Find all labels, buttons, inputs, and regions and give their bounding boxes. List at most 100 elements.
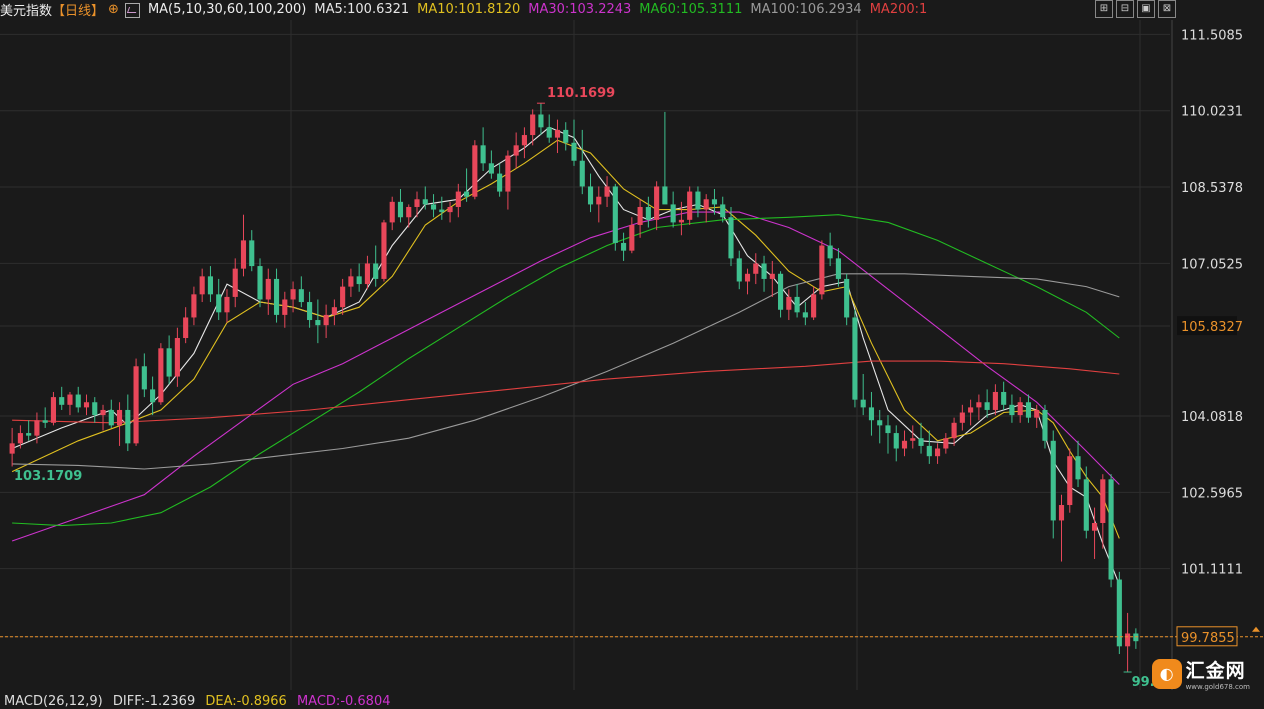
ma-config[interactable]: MA(5,10,30,60,100,200) bbox=[148, 2, 306, 17]
zoom-in-icon[interactable]: ⊞ bbox=[1095, 0, 1113, 18]
candle bbox=[852, 317, 858, 400]
candle bbox=[348, 276, 354, 287]
candle bbox=[488, 163, 494, 174]
candle bbox=[596, 196, 602, 205]
candle bbox=[59, 397, 65, 405]
y-tick-label: 101.1111 bbox=[1181, 563, 1243, 578]
candle bbox=[315, 320, 321, 326]
candle bbox=[695, 191, 701, 210]
candle bbox=[984, 402, 990, 410]
candle bbox=[34, 420, 40, 436]
candle bbox=[728, 217, 734, 259]
candle bbox=[621, 242, 627, 251]
candle bbox=[629, 224, 635, 251]
candle bbox=[1034, 409, 1040, 418]
candle bbox=[150, 389, 156, 403]
candle bbox=[505, 155, 511, 192]
candle bbox=[183, 317, 189, 339]
candle bbox=[331, 307, 337, 315]
candle bbox=[786, 296, 792, 310]
candle bbox=[521, 135, 527, 146]
candle bbox=[918, 438, 924, 446]
candle bbox=[323, 314, 329, 326]
y-tick-label: 110.0231 bbox=[1181, 105, 1243, 120]
candle bbox=[50, 397, 57, 423]
macd-diff: DIFF:-1.2369 bbox=[112, 694, 196, 709]
window-icon[interactable]: ▣ bbox=[1137, 0, 1155, 18]
candle bbox=[414, 199, 420, 207]
candle bbox=[1083, 479, 1089, 531]
chart-header: 美元指数 【日线】 ⊕ MA(5,10,30,60,100,200) MA5:1… bbox=[0, 0, 935, 19]
candle bbox=[207, 276, 213, 295]
candle bbox=[868, 407, 875, 421]
macd-config[interactable]: MACD(26,12,9) bbox=[4, 694, 103, 709]
candle bbox=[42, 420, 48, 423]
candle bbox=[885, 425, 891, 434]
add-icon[interactable]: ⊕ bbox=[108, 2, 119, 17]
low-annotation: 103.1709 bbox=[14, 469, 82, 484]
candle bbox=[794, 296, 800, 313]
candle bbox=[340, 286, 346, 308]
candle bbox=[381, 222, 387, 279]
candle bbox=[571, 142, 577, 161]
candle bbox=[75, 394, 81, 408]
price-chart[interactable]: 111.5085 110.0231 108.5378 107.0525 105.8327… bbox=[0, 0, 1264, 709]
candle bbox=[753, 263, 759, 274]
zoom-out-icon[interactable]: ⊟ bbox=[1116, 0, 1134, 18]
candle bbox=[364, 263, 370, 285]
candle bbox=[711, 199, 718, 205]
candle bbox=[406, 206, 412, 218]
candle bbox=[257, 266, 263, 300]
candle bbox=[422, 199, 428, 205]
candle bbox=[1108, 479, 1114, 580]
candle bbox=[1133, 633, 1139, 642]
ma-legend-item: MA10:101.8120 bbox=[417, 1, 521, 17]
candle bbox=[844, 278, 850, 318]
y-tick-label: 105.8327 bbox=[1181, 320, 1243, 335]
candle bbox=[67, 394, 73, 405]
candle bbox=[530, 114, 536, 136]
candle bbox=[563, 129, 569, 143]
candle bbox=[1067, 456, 1073, 506]
candle bbox=[769, 273, 775, 279]
candle bbox=[587, 186, 594, 205]
candle bbox=[802, 312, 808, 318]
candle bbox=[455, 191, 461, 207]
candle bbox=[282, 299, 288, 315]
candle bbox=[513, 145, 519, 156]
candle bbox=[819, 245, 825, 295]
candle bbox=[290, 289, 296, 300]
candle bbox=[430, 204, 437, 210]
candle bbox=[307, 302, 313, 321]
candle bbox=[1125, 633, 1131, 647]
candle bbox=[662, 186, 668, 205]
candle bbox=[1075, 456, 1081, 480]
candle bbox=[554, 129, 561, 138]
y-tick-label: 99.7855 bbox=[1181, 631, 1235, 646]
candle bbox=[1100, 479, 1106, 523]
candle bbox=[1058, 505, 1065, 521]
candle bbox=[910, 438, 916, 441]
candle bbox=[893, 433, 899, 449]
candle bbox=[637, 206, 643, 225]
candle bbox=[116, 409, 123, 426]
ma-legend-item: MA100:106.2934 bbox=[750, 1, 862, 17]
candle bbox=[1001, 391, 1007, 405]
period-tag[interactable]: 【日线】 bbox=[52, 0, 104, 19]
candle bbox=[100, 409, 106, 416]
candle bbox=[877, 420, 883, 426]
ma-legend-item: MA30:103.2243 bbox=[528, 1, 632, 17]
logo-name: 汇金网 bbox=[1185, 660, 1246, 682]
candle bbox=[265, 278, 271, 300]
y-tick-label: 104.0818 bbox=[1181, 410, 1243, 425]
price-marker-icon bbox=[1252, 626, 1260, 632]
candle bbox=[224, 296, 230, 313]
candle bbox=[389, 201, 395, 223]
candle bbox=[935, 448, 941, 457]
candle bbox=[1050, 440, 1056, 521]
close-icon[interactable]: ⊠ bbox=[1158, 0, 1176, 18]
indicator-icon[interactable] bbox=[124, 2, 140, 18]
candle bbox=[125, 409, 131, 444]
candle bbox=[158, 348, 164, 403]
candle bbox=[1009, 404, 1015, 416]
